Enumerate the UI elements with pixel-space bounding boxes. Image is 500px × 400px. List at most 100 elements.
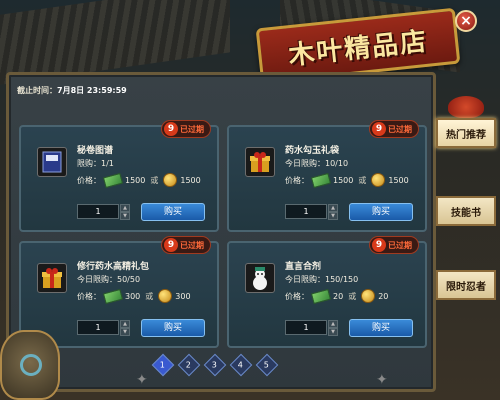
expired-label: 已过期 (388, 124, 412, 134)
clock-icon: 9 (372, 122, 386, 136)
page-number: 4 (238, 360, 244, 370)
close-button[interactable]: × (455, 10, 477, 32)
treasure-bag-decoration (0, 330, 60, 400)
page-button-3[interactable]: 3 (203, 353, 227, 377)
item-name: 修行药水高精礼包 (77, 262, 150, 272)
quantity-stepper[interactable]: ▲ ▼ (328, 204, 338, 220)
price-row: 价格： 1500 或 1500 (77, 172, 201, 188)
clock-icon: 9 (164, 122, 178, 136)
or-label: 或 (145, 291, 154, 301)
stepper-up-icon[interactable]: ▲ (120, 320, 130, 328)
quantity-input[interactable]: 1 (77, 320, 119, 335)
item-name: 直言合剂 (285, 262, 322, 272)
price-coin: 1500 (388, 175, 409, 185)
quantity-input[interactable]: 1 (77, 204, 119, 219)
price-coin: 1500 (180, 175, 201, 185)
stepper-down-icon[interactable]: ▼ (120, 212, 130, 220)
expired-badge: 9 已过期 (161, 120, 211, 138)
pagination: 1 2 3 4 5 (151, 353, 279, 377)
coin-icon (163, 173, 178, 187)
item-limit: 今日限购：150/150 (285, 275, 359, 284)
tab-skill-book[interactable]: 技能书 (436, 196, 496, 226)
shop-title: 木叶精品店 (287, 26, 430, 71)
price-label: 价格： (285, 291, 309, 301)
quantity-stepper[interactable]: ▲ ▼ (120, 204, 130, 220)
tab-limited-ninja[interactable]: 限时忍者 (436, 270, 496, 300)
page-button-2[interactable]: 2 (177, 353, 201, 377)
item-card: 9 已过期 直言合剂 今日限购：150/150 价格： 20 或 20 1 ▲ … (227, 236, 427, 348)
deadline-label: 截止时间： (17, 86, 57, 95)
page-button-1[interactable]: 1 (151, 353, 175, 377)
expired-label: 已过期 (180, 124, 204, 134)
expired-badge: 9 已过期 (161, 236, 211, 254)
expired-label: 已过期 (388, 240, 412, 250)
price-coin: 300 (175, 291, 191, 301)
tab-hot-recommend[interactable]: 热门推荐 (436, 118, 496, 148)
leaf-symbol-icon (20, 354, 42, 376)
price-money: 1500 (333, 175, 354, 185)
item-limit: 限购：1/1 (77, 159, 114, 168)
snowman-icon (245, 263, 275, 293)
deadline-time: 7月8日 23:59:59 (57, 86, 127, 95)
item-name: 药水勾玉礼袋 (285, 146, 340, 156)
item-card: 9 已过期 秘卷图谱 限购：1/1 价格： 1500 或 1500 1 ▲ ▼ … (19, 120, 219, 232)
price-row: 价格： 20 或 20 (285, 288, 389, 304)
page-number: 5 (264, 360, 270, 370)
stepper-down-icon[interactable]: ▼ (328, 212, 338, 220)
ribbon-decoration (448, 96, 484, 118)
stepper-up-icon[interactable]: ▲ (328, 320, 338, 328)
gift-box-icon (245, 147, 275, 177)
clock-icon: 9 (372, 238, 386, 252)
item-card: 9 已过期 修行药水高精礼包 今日限购：50/50 价格： 300 或 300 … (19, 236, 219, 348)
price-coin: 20 (378, 291, 389, 301)
item-card: 9 已过期 药水勾玉礼袋 今日限购：10/10 价格： 1500 或 1500 … (227, 120, 427, 232)
deadline: 截止时间：7月8日 23:59:59 (17, 85, 127, 96)
page-number: 1 (160, 360, 166, 370)
quantity-stepper[interactable]: ▲ ▼ (328, 320, 338, 336)
shuriken-icon: ✦ (136, 372, 148, 388)
stepper-up-icon[interactable]: ▲ (120, 204, 130, 212)
quantity-input[interactable]: 1 (285, 320, 327, 335)
expired-badge: 9 已过期 (369, 236, 419, 254)
or-label: 或 (150, 175, 159, 185)
quantity-input[interactable]: 1 (285, 204, 327, 219)
page-number: 3 (212, 360, 218, 370)
shop-panel: 截止时间：7月8日 23:59:59 9 已过期 秘卷图谱 限购：1/1 价格：… (6, 72, 436, 392)
stepper-down-icon[interactable]: ▼ (120, 328, 130, 336)
money-icon (310, 172, 332, 188)
coin-icon (158, 289, 173, 303)
clock-icon: 9 (164, 238, 178, 252)
buy-button[interactable]: 购买 (141, 319, 205, 337)
buy-button[interactable]: 购买 (141, 203, 205, 221)
gift-box-icon (37, 263, 67, 293)
price-money: 20 (333, 291, 344, 301)
quantity-stepper[interactable]: ▲ ▼ (120, 320, 130, 336)
item-limit: 今日限购：50/50 (77, 275, 141, 284)
stepper-down-icon[interactable]: ▼ (328, 328, 338, 336)
page-button-5[interactable]: 5 (255, 353, 279, 377)
coin-icon (371, 173, 386, 187)
money-icon (310, 288, 332, 304)
price-label: 价格： (77, 175, 101, 185)
price-row: 价格： 300 或 300 (77, 288, 191, 304)
scroll-book-icon (37, 147, 67, 177)
buy-button[interactable]: 购买 (349, 319, 413, 337)
money-icon (102, 288, 124, 304)
expired-label: 已过期 (180, 240, 204, 250)
price-label: 价格： (285, 175, 309, 185)
price-label: 价格： (77, 291, 101, 301)
stepper-up-icon[interactable]: ▲ (328, 204, 338, 212)
price-money: 300 (125, 291, 141, 301)
expired-badge: 9 已过期 (369, 120, 419, 138)
price-money: 1500 (125, 175, 146, 185)
buy-button[interactable]: 购买 (349, 203, 413, 221)
price-row: 价格： 1500 或 1500 (285, 172, 409, 188)
money-icon (102, 172, 124, 188)
item-name: 秘卷图谱 (77, 146, 114, 156)
or-label: 或 (348, 291, 357, 301)
item-limit: 今日限购：10/10 (285, 159, 349, 168)
page-button-4[interactable]: 4 (229, 353, 253, 377)
shuriken-icon: ✦ (376, 372, 388, 388)
or-label: 或 (358, 175, 367, 185)
page-number: 2 (186, 360, 192, 370)
